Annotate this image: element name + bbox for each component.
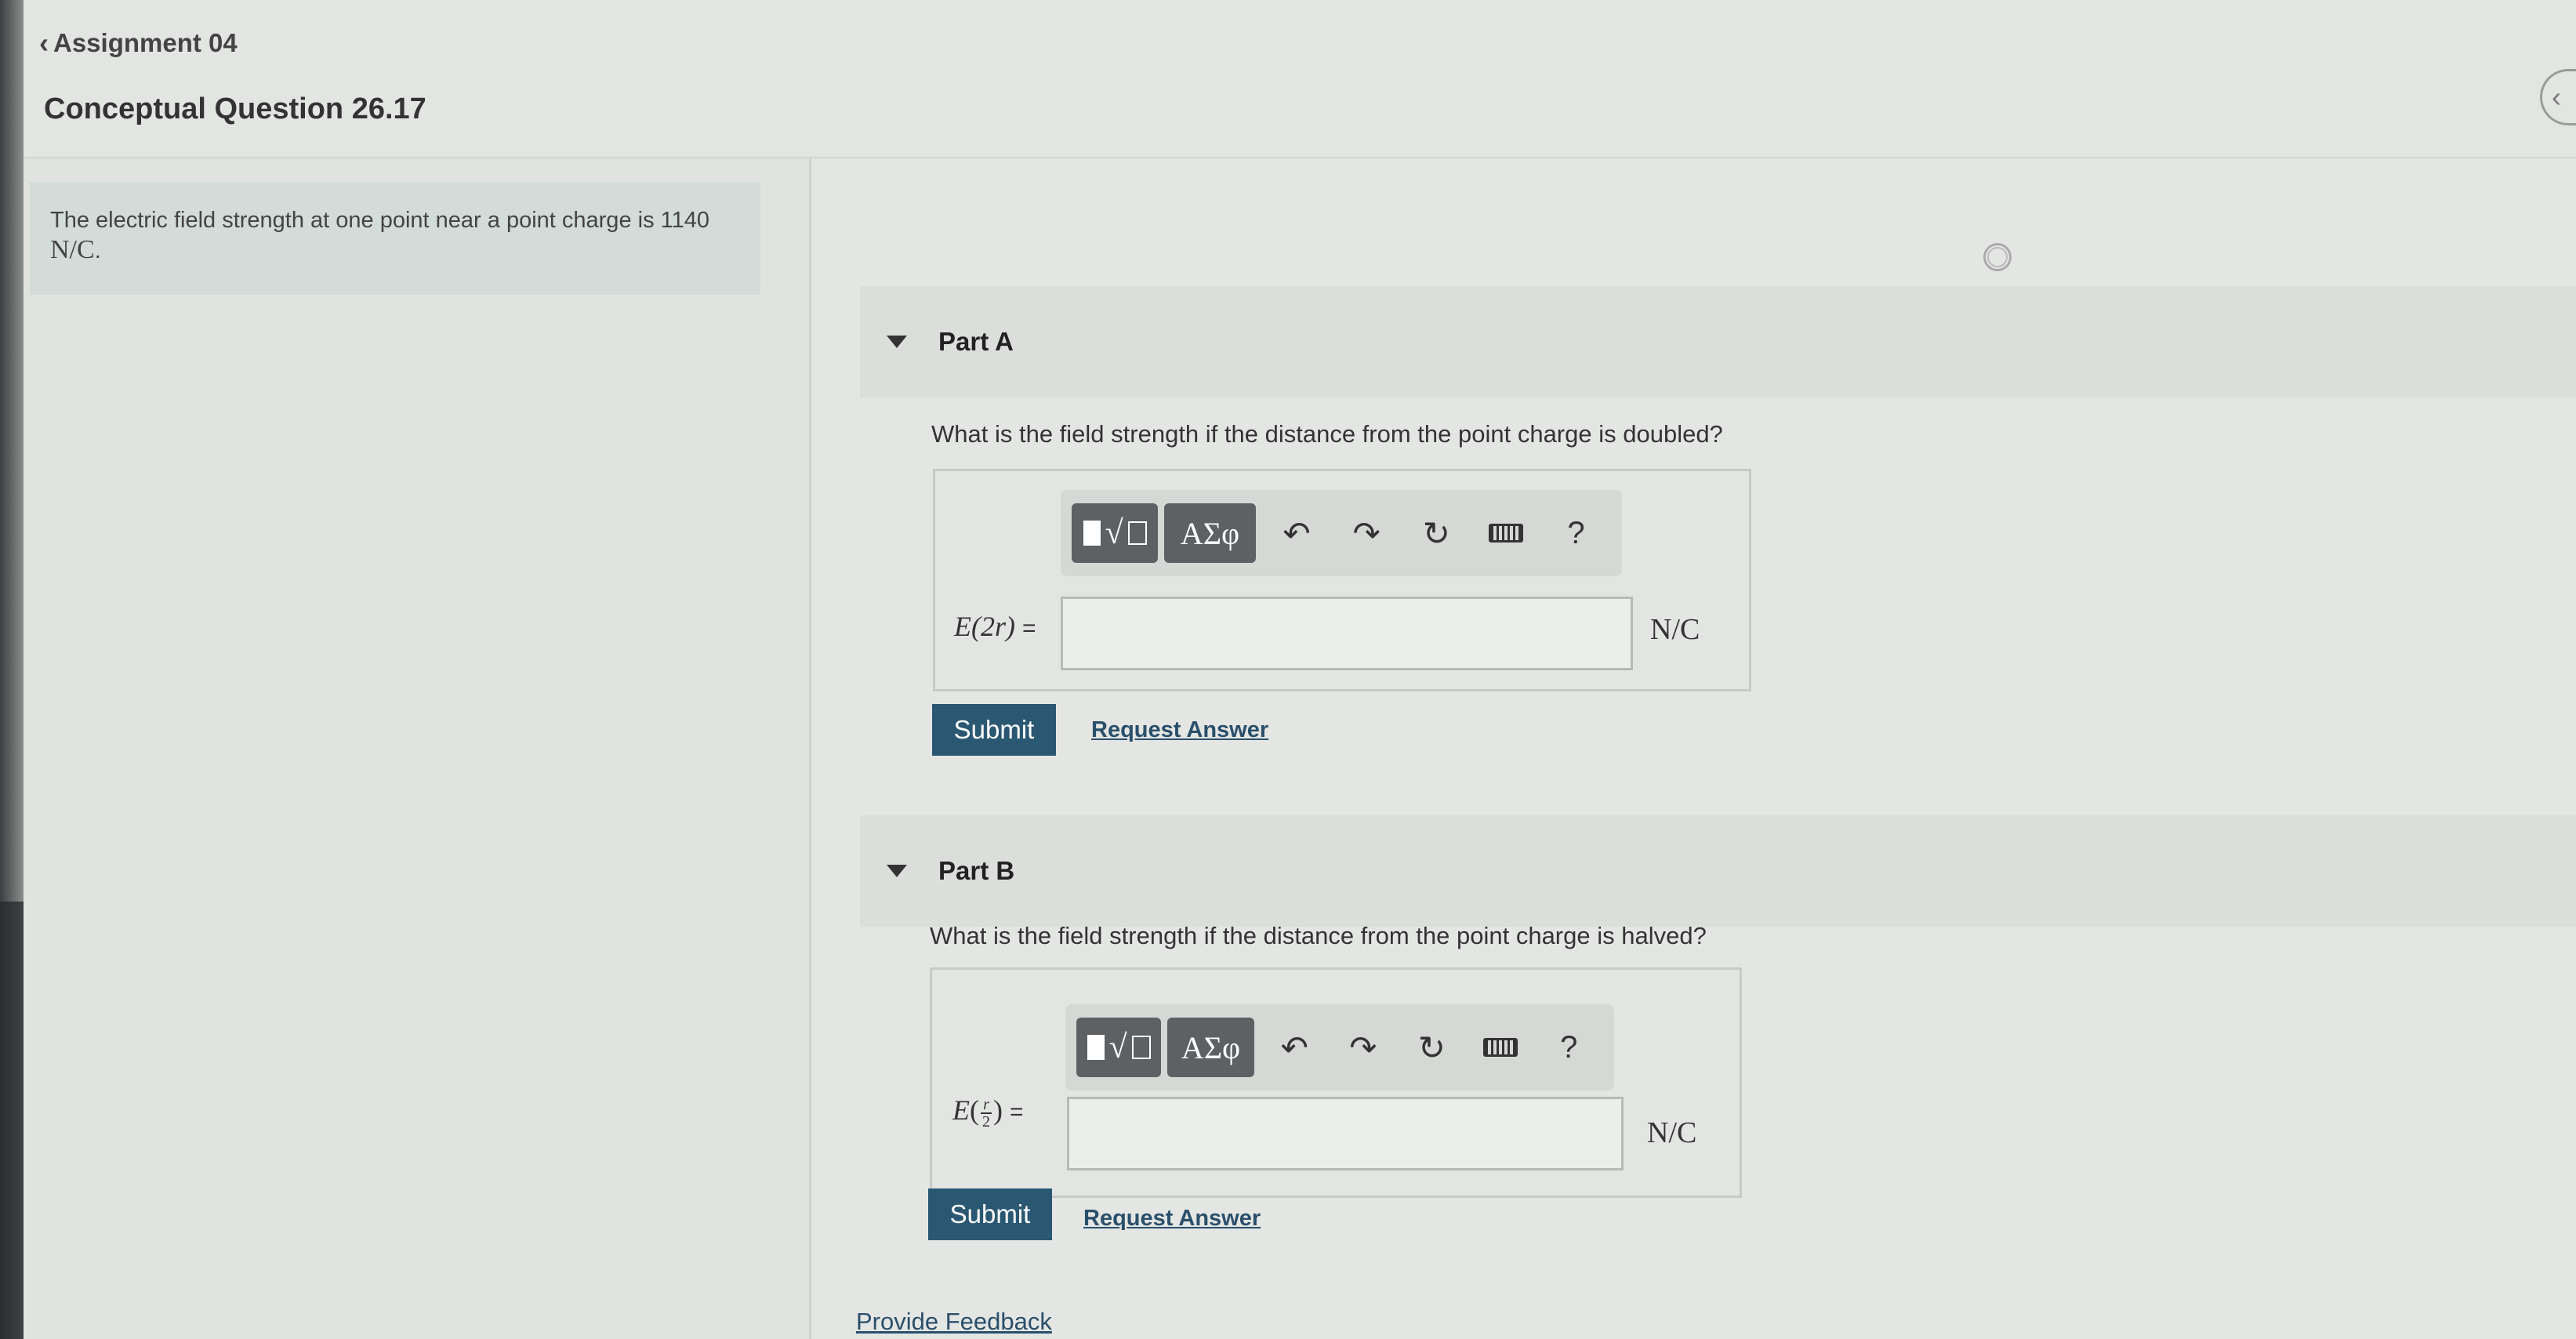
part-b-request-answer-link[interactable]: Request Answer	[1083, 1206, 1261, 1232]
intro-period: .	[94, 238, 101, 263]
help-icon: ?	[1567, 515, 1585, 550]
undo-button[interactable]: ↶	[1262, 503, 1332, 563]
caret-down-icon	[887, 336, 907, 348]
part-a-eq-sign: =	[1021, 615, 1036, 641]
part-b-answer-input[interactable]	[1067, 1097, 1624, 1170]
reset-icon: ↻	[1422, 514, 1450, 552]
template-button[interactable]: √	[1076, 1018, 1162, 1077]
help-button[interactable]: ?	[1535, 1018, 1603, 1077]
problem-intro-panel	[24, 158, 811, 1339]
problem-intro-box: The electric field strength at one point…	[30, 182, 760, 295]
fraction-sqrt-template-icon: √	[1087, 1029, 1151, 1066]
part-a-unit: N/C	[1650, 613, 1700, 646]
chevron-left-icon: ‹	[39, 27, 49, 59]
part-a-label: Part A	[938, 327, 1014, 356]
part-b-answer-box: √ ΑΣφ ↶ ↷ ↻ ? E(r 2) = N/C	[930, 967, 1742, 1198]
part-a-eq-text: E(2r)	[954, 611, 1015, 642]
intro-unit: N/C	[50, 235, 95, 264]
intro-text: The electric field strength at one point…	[50, 208, 709, 233]
part-b-header[interactable]: Part B	[860, 815, 2576, 927]
part-b-unit: N/C	[1647, 1116, 1697, 1149]
part-b-eq-E: E	[952, 1094, 970, 1126]
page-header: ‹ Assignment 04 Conceptual Question 26.1…	[24, 0, 2576, 158]
collapse-panel-button[interactable]: ‹	[2540, 69, 2576, 125]
part-a-answer-box: √ ΑΣφ ↶ ↷ ↻ ? E(2r) = N/C	[933, 469, 1751, 691]
fraction-denominator: 2	[982, 1112, 990, 1130]
part-a-header[interactable]: Part A	[860, 286, 2576, 397]
undo-icon: ↶	[1280, 1029, 1308, 1066]
greek-symbols-button[interactable]: ΑΣφ	[1164, 503, 1256, 563]
back-to-assignment-link[interactable]: ‹ Assignment 04	[39, 27, 238, 60]
back-link-label: Assignment 04	[53, 28, 238, 57]
part-b-equation-label: E(r 2) =	[952, 1094, 1024, 1130]
chevron-left-icon: ‹	[2552, 81, 2561, 113]
keyboard-icon	[1482, 1038, 1518, 1057]
reset-icon: ↻	[1417, 1029, 1446, 1066]
help-button[interactable]: ?	[1541, 503, 1611, 563]
keyboard-button[interactable]	[1471, 503, 1541, 563]
keyboard-icon	[1489, 524, 1524, 542]
part-a-answer-input[interactable]	[1061, 597, 1633, 670]
part-a-equation-label: E(2r) =	[954, 610, 1036, 643]
fraction-numerator: r	[983, 1095, 989, 1113]
provide-feedback-link[interactable]: Provide Feedback	[856, 1308, 1052, 1336]
undo-button[interactable]: ↶	[1261, 1018, 1329, 1077]
reset-button[interactable]: ↻	[1402, 503, 1471, 563]
redo-icon: ↷	[1349, 1029, 1377, 1066]
page-title: Conceptual Question 26.17	[44, 93, 426, 125]
undo-icon: ↶	[1283, 514, 1311, 552]
part-a-math-toolbar: √ ΑΣφ ↶ ↷ ↻ ?	[1061, 490, 1622, 576]
r-over-2-fraction: r2	[981, 1097, 992, 1130]
reset-button[interactable]: ↻	[1398, 1018, 1466, 1077]
part-b-math-toolbar: √ ΑΣφ ↶ ↷ ↻ ?	[1065, 1004, 1614, 1090]
help-icon: ?	[1560, 1029, 1578, 1065]
fraction-sqrt-template-icon: √	[1083, 514, 1147, 552]
greek-label: ΑΣφ	[1181, 1029, 1241, 1065]
status-circle-icon	[1983, 243, 2012, 271]
part-b-label: Part B	[938, 856, 1015, 885]
part-b-submit-button[interactable]: Submit	[928, 1188, 1052, 1240]
keyboard-button[interactable]	[1466, 1018, 1534, 1077]
redo-button[interactable]: ↷	[1329, 1018, 1397, 1077]
greek-label: ΑΣφ	[1180, 515, 1240, 551]
redo-button[interactable]: ↷	[1332, 503, 1402, 563]
caret-down-icon	[887, 865, 907, 877]
part-b-question: What is the field strength if the distan…	[930, 922, 1707, 949]
redo-icon: ↷	[1352, 514, 1381, 552]
part-a-submit-button[interactable]: Submit	[932, 704, 1056, 756]
part-a-request-answer-link[interactable]: Request Answer	[1091, 717, 1268, 743]
greek-symbols-button[interactable]: ΑΣφ	[1167, 1018, 1254, 1077]
template-button[interactable]: √	[1072, 503, 1159, 563]
part-b-eq-sign: =	[1010, 1099, 1024, 1125]
part-a-question: What is the field strength if the distan…	[931, 420, 1723, 448]
